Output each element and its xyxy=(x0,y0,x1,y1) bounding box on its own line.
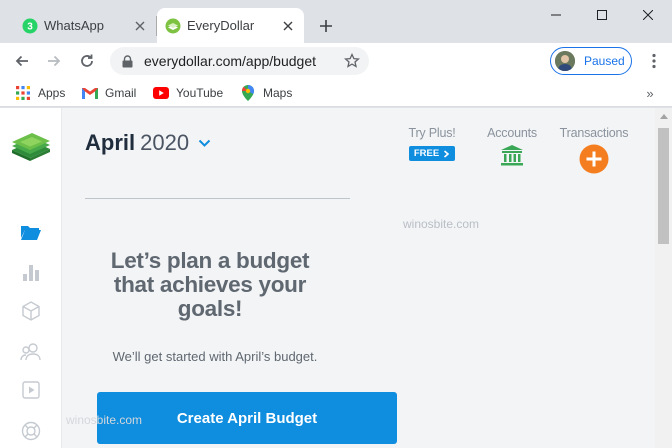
reload-button[interactable] xyxy=(73,47,101,75)
tab-title: EveryDollar xyxy=(187,18,255,33)
new-tab-button[interactable] xyxy=(314,14,338,38)
users-icon[interactable] xyxy=(19,340,43,364)
minimize-button[interactable] xyxy=(533,0,579,30)
maps-pin-icon xyxy=(240,85,256,101)
transactions-label: Transactions xyxy=(559,126,629,140)
bookmarks-bar: Apps Gmail YouTube Maps » xyxy=(0,79,672,107)
bookmark-label: Apps xyxy=(38,86,66,100)
bookmark-label: Maps xyxy=(263,86,293,100)
cube-icon[interactable] xyxy=(19,299,43,323)
avatar xyxy=(555,51,575,71)
minimize-icon xyxy=(551,14,561,16)
onboarding-headline: Let’s plan a budget that achieves your g… xyxy=(110,248,310,321)
month-selector[interactable]: April 2020 xyxy=(85,130,211,156)
reports-bar-chart-icon[interactable] xyxy=(19,260,43,284)
watermark-text: winosbite.com xyxy=(403,217,480,231)
tab-everydollar[interactable]: EveryDollar xyxy=(157,8,304,43)
gmail-icon xyxy=(82,85,98,101)
transactions-link[interactable]: Transactions xyxy=(556,126,632,174)
browser-toolbar: everydollar.com/app/budget Paused xyxy=(0,43,672,79)
close-tab-icon[interactable] xyxy=(280,18,296,34)
whatsapp-icon: 3 xyxy=(22,18,38,34)
watermark-text: winosbite.com xyxy=(66,413,143,427)
lock-icon xyxy=(120,54,134,68)
add-transaction-plus-icon xyxy=(579,144,609,174)
arrow-right-icon xyxy=(48,55,61,67)
bookmark-apps[interactable]: Apps xyxy=(15,83,65,103)
scroll-up-arrow-icon[interactable] xyxy=(655,108,672,125)
whatsapp-badge: 3 xyxy=(27,21,33,32)
forward-button[interactable] xyxy=(40,47,68,75)
accounts-link[interactable]: Accounts xyxy=(482,126,542,166)
maximize-icon xyxy=(597,10,607,20)
header-divider xyxy=(85,198,350,199)
tab-strip: 3 WhatsApp EveryDollar xyxy=(0,0,672,43)
close-window-button[interactable] xyxy=(625,0,671,30)
everydollar-icon xyxy=(165,18,181,34)
youtube-icon xyxy=(153,85,169,101)
bookmark-label: YouTube xyxy=(176,86,224,100)
accounts-label: Accounts xyxy=(487,126,537,140)
url-text: everydollar.com/app/budget xyxy=(144,53,316,69)
bookmark-youtube[interactable]: YouTube xyxy=(153,83,223,103)
more-vertical-icon xyxy=(652,53,656,69)
plus-icon xyxy=(320,20,332,32)
reload-icon xyxy=(81,54,93,67)
close-icon xyxy=(643,10,653,20)
arrow-left-icon xyxy=(15,55,28,67)
tab-title: WhatsApp xyxy=(44,18,104,33)
bookmark-star-icon[interactable] xyxy=(343,52,361,70)
bookmarks-overflow-button[interactable]: » xyxy=(642,85,658,101)
maximize-button[interactable] xyxy=(579,0,625,30)
side-navigation xyxy=(0,108,62,448)
month-name: April xyxy=(85,130,136,155)
everydollar-logo[interactable] xyxy=(10,130,52,164)
chevron-down-icon xyxy=(197,136,211,150)
bookmark-maps[interactable]: Maps xyxy=(240,83,292,103)
bookmark-gmail[interactable]: Gmail xyxy=(82,83,136,103)
address-bar[interactable]: everydollar.com/app/budget xyxy=(110,47,369,75)
free-badge-label: FREE xyxy=(413,148,440,159)
free-badge: FREE xyxy=(409,146,455,161)
page-scrollbar[interactable] xyxy=(655,108,672,448)
help-lifebuoy-icon[interactable] xyxy=(19,419,43,443)
bank-icon xyxy=(501,145,523,166)
profile-button[interactable]: Paused xyxy=(550,47,632,75)
try-plus-label: Try Plus! xyxy=(408,126,456,140)
scrollbar-thumb[interactable] xyxy=(658,128,669,244)
video-play-icon[interactable] xyxy=(19,378,43,402)
tab-whatsapp[interactable]: 3 WhatsApp xyxy=(14,8,156,43)
budget-nav-folder-icon[interactable] xyxy=(19,220,43,244)
chevron-right-icon xyxy=(444,149,450,158)
bookmark-label: Gmail xyxy=(105,86,137,100)
close-tab-icon[interactable] xyxy=(132,18,148,34)
profile-status: Paused xyxy=(584,54,625,68)
year-value: 2020 xyxy=(140,130,190,155)
onboarding-subline: We’ll get started with April’s budget. xyxy=(112,349,318,364)
try-plus-link[interactable]: Try Plus! FREE xyxy=(404,126,460,161)
everydollar-page: April 2020 Try Plus! FREE Accounts Trans… xyxy=(0,108,672,448)
apps-grid-icon xyxy=(15,85,31,101)
back-button[interactable] xyxy=(8,47,36,75)
browser-menu-button[interactable] xyxy=(640,47,668,75)
